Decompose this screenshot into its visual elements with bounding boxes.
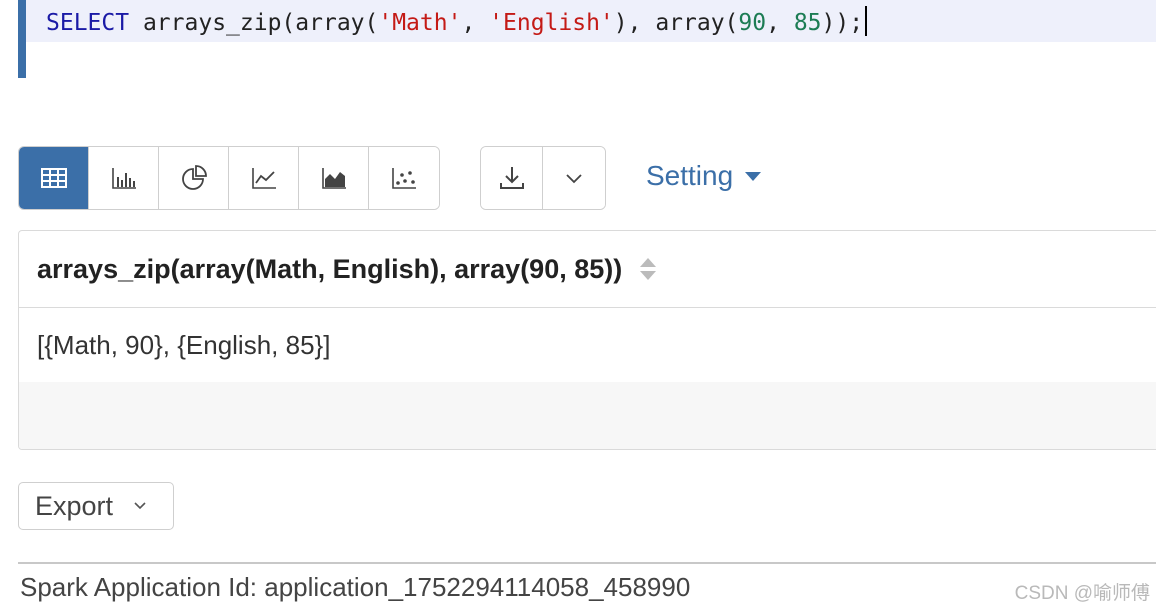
download-icon	[499, 167, 524, 189]
code-editor[interactable]: SELECT arrays_zip(array('Math', 'English…	[18, 0, 1156, 78]
download-group	[480, 146, 606, 210]
area-chart-icon	[321, 168, 346, 189]
sql-separator: ,	[461, 10, 490, 36]
column-header[interactable]: arrays_zip(array(Math, English), array(9…	[19, 231, 1156, 308]
result-table: arrays_zip(array(Math, English), array(9…	[18, 230, 1156, 450]
bar-chart-icon	[111, 168, 136, 189]
export-button[interactable]: Export	[18, 482, 174, 530]
table-icon	[40, 168, 67, 188]
download-button[interactable]	[481, 147, 543, 209]
download-options-button[interactable]	[543, 147, 605, 209]
watermark: CSDN @喻师傅	[1014, 583, 1150, 604]
chart-type-group	[18, 146, 440, 210]
scatter-chart-button[interactable]	[369, 147, 439, 209]
text-cursor	[865, 6, 868, 36]
pie-chart-icon	[181, 165, 207, 190]
divider	[18, 562, 1156, 564]
sql-number: 85	[793, 10, 822, 36]
table-cell: [{Math, 90}, {English, 85}]	[37, 329, 331, 360]
table-view-button[interactable]	[19, 147, 89, 209]
chevron-down-icon	[134, 502, 146, 510]
chart-type-toolbar: Setting	[18, 146, 762, 210]
sql-number: 90	[738, 10, 767, 36]
setting-label: Setting	[646, 160, 734, 191]
setting-dropdown[interactable]: Setting	[646, 160, 762, 192]
table-empty-row	[19, 382, 1156, 449]
sql-string: 'Math'	[378, 10, 462, 36]
export-label: Export	[35, 490, 114, 521]
sql-keyword: SELECT	[46, 10, 130, 36]
caret-down-icon	[745, 171, 762, 181]
sql-terminator: ));	[821, 10, 864, 36]
line-chart-button[interactable]	[229, 147, 299, 209]
chevron-down-icon	[566, 174, 582, 184]
pie-chart-button[interactable]	[159, 147, 229, 209]
line-chart-icon	[251, 168, 276, 189]
sql-function: arrays_zip(array(	[142, 10, 379, 36]
sql-separator: ,	[766, 10, 794, 36]
sort-icon[interactable]	[640, 258, 657, 280]
scatter-chart-icon	[392, 168, 416, 189]
table-row: [{Math, 90}, {English, 85}]	[19, 308, 1156, 382]
area-chart-button[interactable]	[299, 147, 369, 209]
code-line[interactable]: SELECT arrays_zip(array('Math', 'English…	[26, 0, 1156, 42]
sql-function: ), array(	[613, 10, 739, 36]
editor-gutter	[18, 0, 26, 78]
sql-string: 'English'	[489, 10, 614, 36]
spark-application-id: Spark Application Id: application_175229…	[20, 572, 691, 602]
bar-chart-button[interactable]	[89, 147, 159, 209]
column-header-label: arrays_zip(array(Math, English), array(9…	[37, 253, 623, 284]
